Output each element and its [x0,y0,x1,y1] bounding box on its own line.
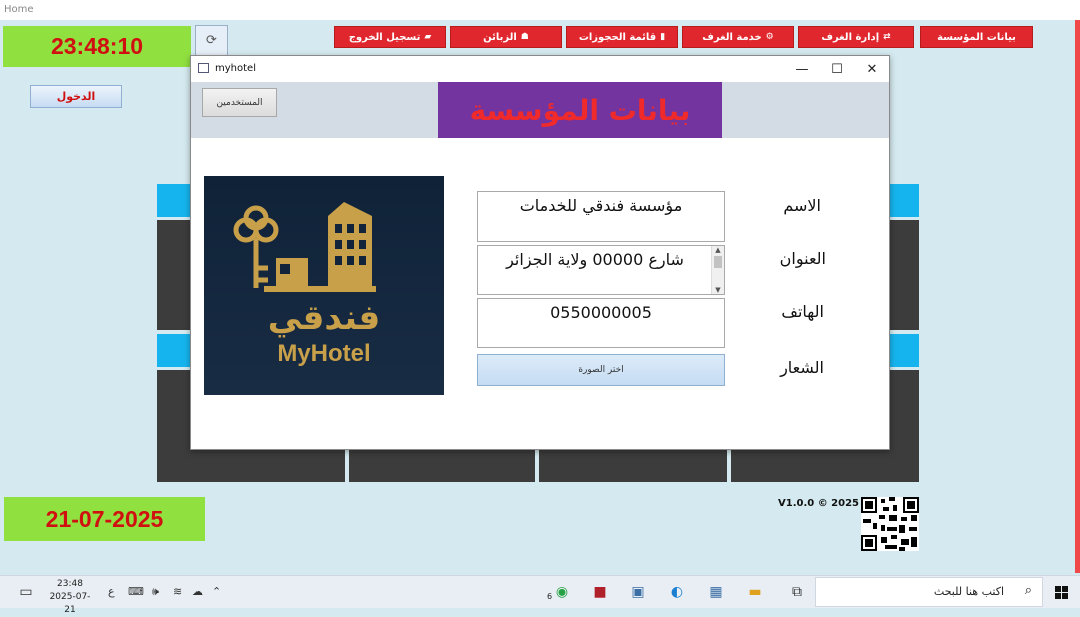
room-tile[interactable] [890,220,919,330]
calculator-icon[interactable]: ▦ [706,583,726,601]
room-tile-header [890,334,919,367]
refresh-button[interactable]: ⟳ [195,25,228,56]
room-tile[interactable] [349,450,535,482]
address-label: العنوان [779,249,826,268]
language-indicator[interactable]: ع [108,585,115,598]
chevron-up-icon[interactable]: ⌃ [212,585,221,598]
scroll-thumb[interactable] [714,256,722,268]
file-explorer-icon[interactable]: ▬ [745,583,765,601]
nav-label: الزبائن [483,31,517,43]
window-title: Home [4,4,34,15]
logo-arabic-text: فندقي [267,298,381,338]
room-tile-header [157,334,190,367]
room-tile-header [890,184,919,217]
room-tile[interactable] [157,450,345,482]
search-placeholder: اكتب هنا للبحث [933,585,1004,598]
users-button[interactable]: المستخدمين [202,88,277,117]
window-titlebar: Home [0,0,1080,20]
close-button[interactable]: ✕ [855,58,889,80]
gear-icon: ⚙ [765,32,774,42]
edge-icon[interactable]: ◐ [667,583,687,601]
taskbar-date: 2025-07-21 [49,592,91,615]
whatsapp-badge: 6 [547,592,553,601]
keyboard-icon[interactable]: ⌨ [128,585,144,598]
room-tile[interactable] [731,450,919,482]
address-value: شارع 00000 ولاية الجزائر [506,250,684,269]
company-address-field[interactable]: شارع 00000 ولاية الجزائر ▲ ▼ [477,245,725,295]
minimize-button[interactable]: — [785,58,819,80]
access-app-icon[interactable]: ■ [590,583,610,601]
nav-label: بيانات المؤسسة [937,31,1016,43]
logout-icon: ▰ [424,32,432,42]
nav-label: تسجيل الخروج [348,31,421,43]
taskbar-search[interactable]: اكتب هنا للبحث ⌕ [815,577,1043,607]
clipboard-icon: ▮ [660,32,666,42]
hotel-logo-image: فندقي MyHotel [204,176,444,395]
version-label: V1.0.0 © 2025 [778,498,860,509]
nav-rooms-management-button[interactable]: إدارة الغرف ⇄ [798,26,914,48]
nav-label: إدارة الغرف [821,31,880,43]
company-info-dialog: myhotel — ☐ ✕ المستخدمين بيانات المؤسسة [190,55,890,450]
room-tile[interactable] [539,450,727,482]
task-view-icon[interactable]: ⧉ [787,583,807,601]
taskbar-clock[interactable]: 23:48 2025-07-21 [45,578,95,617]
maximize-icon: ☐ [831,61,843,77]
document-refresh-icon: ⟳ [206,33,217,48]
page-title: بيانات المؤسسة [438,82,722,138]
address-scrollbar[interactable]: ▲ ▼ [711,246,724,294]
dialog-titlebar: myhotel — ☐ ✕ [191,56,889,82]
dialog-title: myhotel [215,63,256,74]
name-label: الاسم [783,196,821,215]
company-phone-field[interactable]: 0550000005 [477,298,725,348]
nav-room-service-button[interactable]: خدمة الغرف ⚙ [682,26,794,48]
room-tile-header [157,184,190,217]
swap-icon: ⇄ [883,32,891,42]
nav-label: قائمة الحجوزات [578,31,657,43]
choose-image-button[interactable]: اختر الصورة [477,354,725,386]
nav-logout-button[interactable]: تسجيل الخروج ▰ [334,26,446,48]
cloud-icon[interactable]: ☁ [192,585,203,598]
volume-icon[interactable]: 🕪 [152,585,159,599]
qr-code-icon [861,497,919,551]
notification-icon[interactable]: ▭ [16,583,36,601]
phone-label: الهاتف [781,302,824,321]
close-icon: ✕ [866,61,878,77]
photos-icon[interactable]: ▣ [628,583,648,601]
nav-customers-button[interactable]: الزبائن ☗ [450,26,562,48]
nav-bookings-list-button[interactable]: قائمة الحجوزات ▮ [566,26,678,48]
room-tile[interactable] [157,220,190,330]
login-button[interactable]: الدخول [30,85,122,108]
app-window-icon [198,63,209,73]
taskbar-time: 23:48 [57,579,83,589]
maximize-button[interactable]: ☐ [820,58,854,80]
search-icon: ⌕ [1024,583,1032,598]
scroll-up-icon[interactable]: ▲ [712,246,724,254]
start-button[interactable] [1043,577,1080,607]
nav-company-info-button[interactable]: بيانات المؤسسة [920,26,1033,48]
logo-label: الشعار [780,358,824,377]
clock-date: 21-07-2025 [4,497,205,541]
scroll-down-icon[interactable]: ▼ [712,286,724,294]
minimize-icon: — [795,61,809,77]
clock-time: 23:48:10 [3,26,191,67]
logo-latin-text: MyHotel [277,340,371,367]
window-border [1075,20,1080,573]
users-icon: ☗ [520,32,529,42]
windows-icon [1055,586,1068,599]
wifi-icon[interactable]: ≋ [173,585,182,598]
nav-label: خدمة الغرف [702,31,762,43]
whatsapp-icon[interactable]: ◉ [552,583,572,601]
company-name-field[interactable]: مؤسسة فندقي للخدمات [477,191,725,242]
